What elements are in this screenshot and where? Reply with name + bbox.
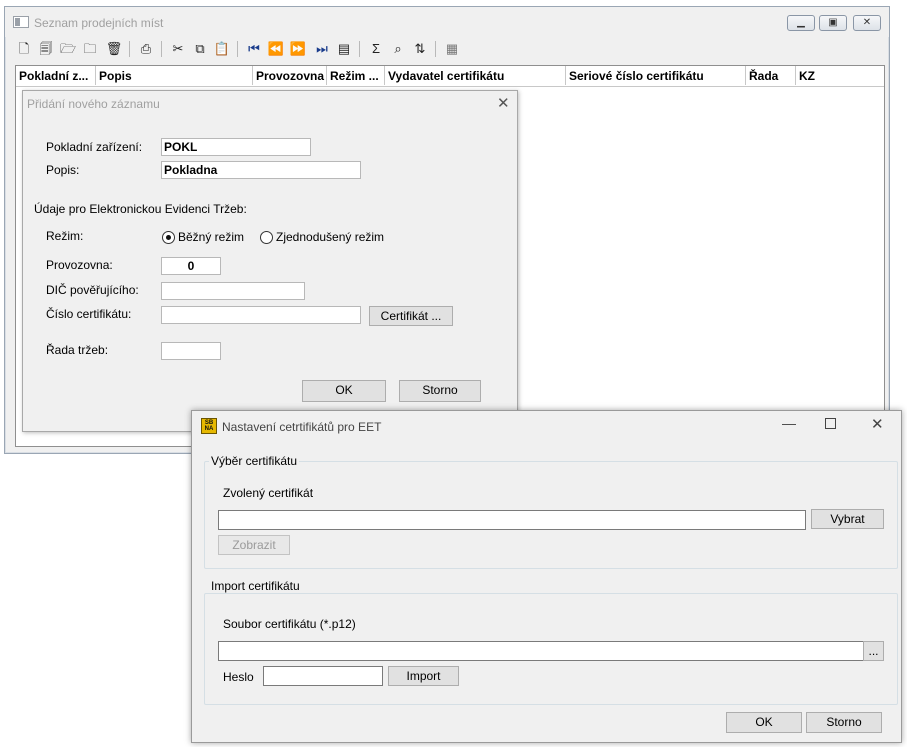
- cert-dialog-ok-button[interactable]: OK: [726, 712, 802, 733]
- rezim-label: Režim:: [46, 229, 84, 243]
- cislo-certifikatu-label: Číslo certifikátu:: [46, 307, 132, 321]
- minimize-button[interactable]: ▁: [787, 15, 815, 31]
- new-document-icon[interactable]: 🗋: [15, 40, 33, 58]
- column-header-pokladni[interactable]: Pokladní z...: [16, 66, 96, 85]
- pokladni-input[interactable]: POKL: [161, 138, 311, 156]
- certifikat-button[interactable]: Certifikát ...: [369, 306, 453, 326]
- cert-close-icon[interactable]: ✕: [871, 415, 884, 433]
- folder-icon[interactable]: 🗀: [81, 40, 99, 58]
- next-record-icon[interactable]: ⏩: [289, 40, 307, 58]
- add-dialog-title: Přidání nového záznamu: [27, 97, 160, 111]
- close-button[interactable]: ✕: [853, 15, 881, 31]
- sum-icon[interactable]: Σ: [367, 40, 385, 58]
- cert-maximize-icon[interactable]: [825, 418, 836, 429]
- toolbar-separator: [359, 41, 360, 57]
- sort-icon[interactable]: ⇅: [411, 40, 429, 58]
- toolbar-separator: [237, 41, 238, 57]
- rezim-bezny-label[interactable]: Běžný režim: [178, 230, 244, 244]
- pokladni-label: Pokladní zařízení:: [46, 140, 143, 154]
- open-folder-icon[interactable]: 🗁: [59, 40, 77, 58]
- grid-header: Pokladní z... Popis Provozovna Režim ...…: [16, 66, 884, 87]
- browse-file-button[interactable]: ...: [863, 641, 884, 661]
- app-logo-icon: SB NA: [201, 418, 217, 434]
- zobrazit-button[interactable]: Zobrazit: [218, 535, 290, 555]
- table-icon[interactable]: ▦: [443, 40, 461, 58]
- column-header-kz[interactable]: KZ: [796, 66, 884, 85]
- window-icon: [13, 16, 29, 28]
- cislo-certifikatu-input[interactable]: [161, 306, 361, 324]
- add-dialog-ok-button[interactable]: OK: [302, 380, 386, 402]
- column-header-rezim[interactable]: Režim ...: [327, 66, 385, 85]
- form-view-icon[interactable]: ▤: [335, 40, 353, 58]
- cert-dialog-title: Nastavení cetrtifikátů pro EET: [222, 420, 382, 434]
- chosen-certificate-label: Zvolený certifikát: [223, 486, 314, 500]
- add-dialog-close-icon[interactable]: ✕: [497, 94, 510, 112]
- rezim-zjednoduseny-radio[interactable]: [260, 231, 273, 244]
- first-record-icon[interactable]: ⏮: [245, 40, 263, 58]
- previous-record-icon[interactable]: ⏪: [267, 40, 285, 58]
- toolbar-separator: [435, 41, 436, 57]
- certificate-file-input[interactable]: [218, 641, 864, 661]
- print-icon[interactable]: ⎙: [137, 40, 155, 58]
- provozovna-label: Provozovna:: [46, 258, 113, 272]
- copy-document-icon[interactable]: 🗐: [37, 40, 55, 58]
- cert-minimize-icon[interactable]: —: [782, 415, 796, 431]
- heslo-label: Heslo: [223, 670, 254, 684]
- column-header-vydavatel[interactable]: Vydavatel certifikátu: [385, 66, 566, 85]
- cut-icon[interactable]: ✂: [169, 40, 187, 58]
- toolbar-separator: [129, 41, 130, 57]
- provozovna-input[interactable]: 0: [161, 257, 221, 275]
- last-record-icon[interactable]: ⏭: [313, 40, 331, 58]
- add-dialog-storno-button[interactable]: Storno: [399, 380, 481, 402]
- search-icon[interactable]: ⌕: [389, 40, 407, 58]
- certificate-file-label: Soubor certifikátu (*.p12): [223, 617, 356, 631]
- maximize-button[interactable]: ▣: [819, 15, 847, 31]
- main-titlebar[interactable]: Seznam prodejních míst ▁ ▣ ✕: [5, 7, 889, 37]
- main-window-title: Seznam prodejních míst: [34, 16, 164, 30]
- column-header-popis[interactable]: Popis: [96, 66, 253, 85]
- dic-input[interactable]: [161, 282, 305, 300]
- close-icon: ✕: [862, 17, 872, 28]
- eet-heading: Údaje pro Elektronickou Evidenci Tržeb:: [34, 202, 247, 216]
- minimize-icon: ▁: [797, 17, 805, 28]
- certificate-settings-dialog: SB NA Nastavení cetrtifikátů pro EET — ✕ …: [191, 410, 902, 743]
- rezim-zjednoduseny-label[interactable]: Zjednodušený režim: [276, 230, 384, 244]
- rada-trzeb-input[interactable]: [161, 342, 221, 360]
- maximize-icon: ▣: [828, 17, 838, 28]
- certificate-import-title: Import certifikátu: [209, 579, 302, 593]
- paste-icon[interactable]: 📋: [213, 40, 231, 58]
- toolbar: 🗋 🗐 🗁 🗀 🗑 ⎙ ✂ ⧉ 📋 ⏮ ⏪ ⏩ ⏭ ▤ Σ ⌕ ⇅ ▦: [11, 37, 885, 61]
- popis-label: Popis:: [46, 163, 80, 177]
- vybrat-button[interactable]: Vybrat: [811, 509, 884, 529]
- import-button[interactable]: Import: [388, 666, 459, 686]
- column-header-provozovna[interactable]: Provozovna: [253, 66, 327, 85]
- column-header-rada[interactable]: Řada: [746, 66, 796, 85]
- toolbar-separator: [161, 41, 162, 57]
- column-header-seriove-cislo[interactable]: Seriové číslo certifikátu: [566, 66, 746, 85]
- rada-trzeb-label: Řada tržeb:: [46, 343, 109, 357]
- popis-input[interactable]: Pokladna: [161, 161, 361, 179]
- cert-dialog-storno-button[interactable]: Storno: [806, 712, 882, 733]
- add-record-dialog: Přidání nového záznamu ✕ Pokladní zaříze…: [22, 90, 518, 432]
- dic-label: DIČ pověřujícího:: [46, 283, 139, 297]
- copy-icon[interactable]: ⧉: [191, 40, 209, 58]
- delete-icon[interactable]: 🗑: [105, 40, 123, 58]
- certificate-selection-title: Výběr certifikátu: [209, 454, 300, 468]
- heslo-input[interactable]: [263, 666, 383, 686]
- rezim-bezny-radio[interactable]: [162, 231, 175, 244]
- chosen-certificate-input[interactable]: [218, 510, 806, 530]
